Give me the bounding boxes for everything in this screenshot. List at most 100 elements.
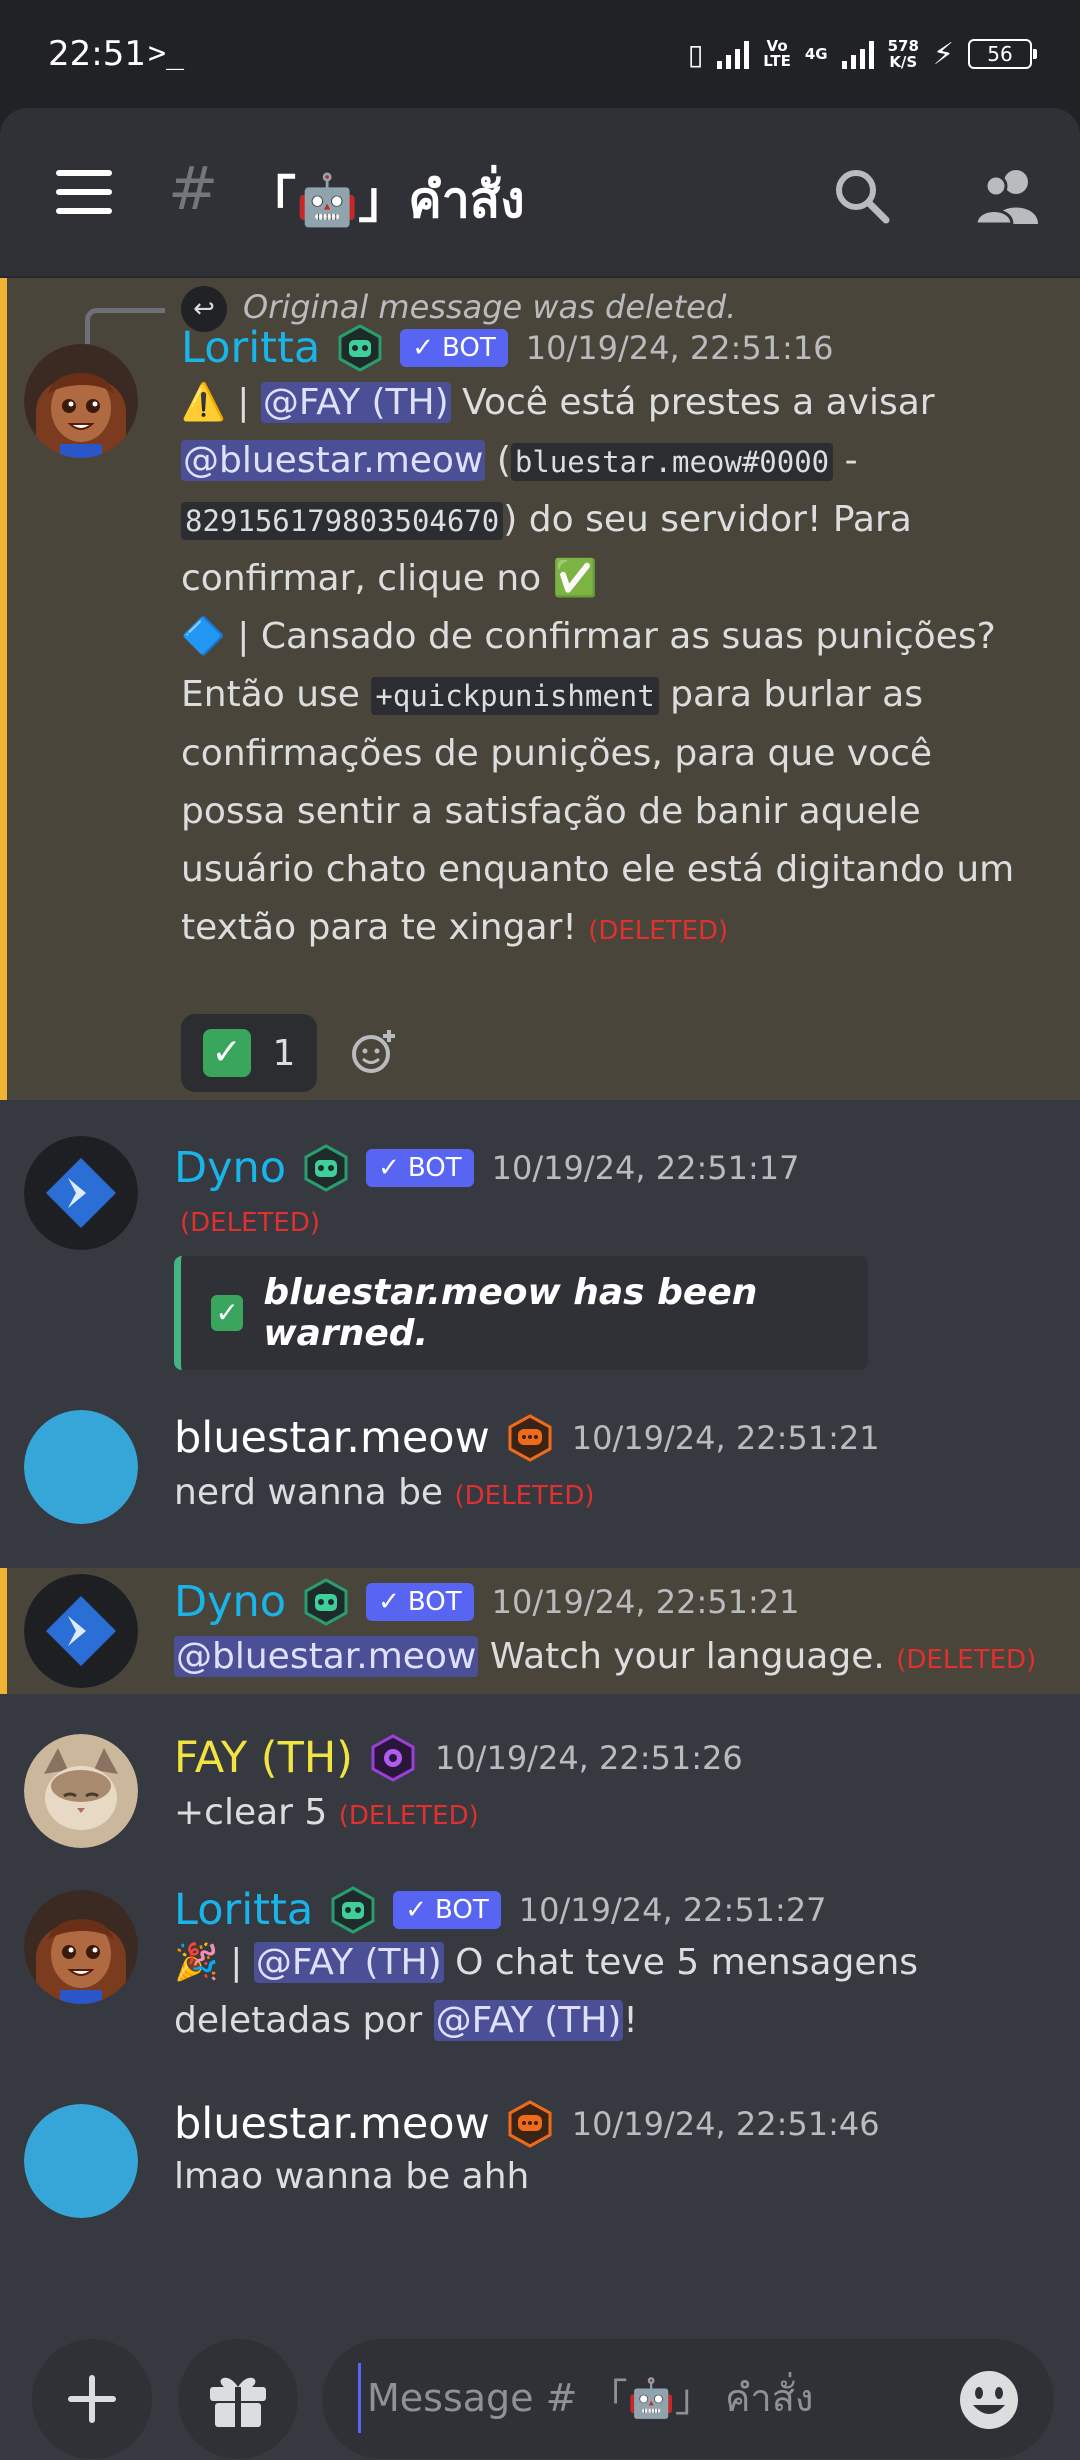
author-row: FAY (TH) 10/19/24, 22:51:26 [174,1730,743,1786]
text-segment: lmao wanna be ahh [174,2156,530,2197]
message-input-box [322,2339,1054,2459]
timestamp: 10/19/24, 22:51:16 [525,329,834,367]
author-row: Loritta ✓ BOT 10/19/24, 22:51:16 [181,320,834,376]
message-fay-clear[interactable]: FAY (TH) 10/19/24, 22:51:26 +clear 5 (DE… [0,1708,1080,1858]
composer-bar [0,2303,1080,2460]
author-name[interactable]: Dyno [174,1143,286,1193]
author-name[interactable]: FAY (TH) [174,1733,353,1783]
text-segment: ! [623,2000,638,2041]
channel-header: # 「🤖」คำสั่ง [0,108,1080,278]
add-reaction-icon[interactable] [349,1028,397,1076]
bot-tag-label: BOT [442,333,496,363]
author-row: Dyno ✓ BOT 10/19/24, 22:51:17 [174,1140,799,1196]
message-bluestar-lmao[interactable]: bluestar.meow 10/19/24, 22:51:46 lmao wa… [0,2078,1080,2238]
inline-code: 829156179803504670 [181,502,504,540]
gift-icon [210,2377,266,2427]
emoji-icon[interactable] [958,2369,1020,2431]
hamburger-icon[interactable] [56,170,112,214]
avatar[interactable] [24,2104,138,2218]
message-content: 🎉 | @FAY (TH) O chat teve 5 mensagens de… [174,1934,1014,2050]
reply-connector [85,308,165,344]
channel-name[interactable]: 「🤖」คำสั่ง [246,160,525,240]
author-name[interactable]: Loritta [174,1885,313,1935]
user-mention[interactable]: @FAY (TH) [260,382,451,423]
reaction-count: 1 [272,1032,296,1074]
author-name[interactable]: Loritta [181,323,320,373]
avatar[interactable] [24,1574,138,1688]
message-content: ⚠️ | @FAY (TH) Você está prestes a avisa… [181,374,1021,960]
avatar[interactable] [24,1890,138,2004]
text-segment: Você está prestes a avisar [450,382,935,423]
user-mention[interactable]: @FAY (TH) [253,1942,444,1983]
plus-icon [68,2375,116,2423]
deleted-tag: (DELETED) [454,1481,595,1511]
user-mention[interactable]: @FAY (TH) [433,2000,624,2041]
author-row: Dyno ✓ BOT 10/19/24, 22:51:21 [174,1574,799,1630]
gift-button[interactable] [178,2339,298,2459]
bot-tag-label: BOT [407,1153,462,1183]
vibrate-icon: ▯ [687,37,704,71]
terminal-icon: >_ [148,36,185,71]
message-bluestar-nerd[interactable]: bluestar.meow 10/19/24, 22:51:21 nerd wa… [0,1390,1080,1550]
avatar[interactable] [24,1136,138,1250]
purple-badge-icon [371,1734,415,1782]
avatar[interactable] [24,1410,138,1524]
search-icon[interactable] [832,166,892,226]
message-loritta-cleared[interactable]: Loritta ✓ BOT 10/19/24, 22:51:27 🎉 | @FA… [0,1864,1080,2064]
deleted-tag: (DELETED) [180,1208,320,1238]
message-dyno-language[interactable]: Dyno ✓ BOT 10/19/24, 22:51:21 @bluestar.… [0,1568,1080,1694]
orange-badge-icon [508,1414,552,1462]
message-loritta-warn[interactable]: ↩ Original message was deleted. Loritta [0,278,1080,1100]
timestamp: 10/19/24, 22:51:21 [491,1583,800,1621]
inline-code: bluestar.meow#0000 [510,443,834,481]
bot-tag: ✓ BOT [393,1891,501,1929]
network-speed: 578 K/S [887,37,919,71]
bot-tag-label: BOT [407,1587,462,1617]
bot-tag: ✓ BOT [366,1583,474,1621]
charging-icon: ⚡ [932,36,954,72]
avatar[interactable] [24,344,138,458]
user-mention[interactable]: @bluestar.meow [181,440,486,481]
status-icons: ▯ Vo LTE 4G 578 K/S ⚡ 56 [687,32,1037,76]
text-segment: ( [485,440,511,481]
message-input[interactable] [358,2363,918,2433]
avatar[interactable] [24,1734,138,1848]
inline-code: +quickpunishment [371,677,659,715]
user-mention[interactable]: @bluestar.meow [174,1636,479,1677]
status-time: 22:51 [48,34,146,74]
bot-badge-icon [338,324,382,372]
timestamp: 10/19/24, 22:51:17 [491,1149,800,1187]
text-segment: - [833,440,858,481]
warning-prefix: ⚠️ | [181,382,261,423]
channel-hash-icon: # [168,154,219,224]
bot-badge-icon [331,1886,375,1934]
bot-tag: ✓ BOT [366,1149,474,1187]
text-segment: Watch your language. [478,1636,897,1677]
bot-badge-icon [304,1144,348,1192]
deleted-tag: (DELETED) [896,1645,1037,1675]
text-segment: nerd wanna be [174,1472,455,1513]
bot-tag-label: BOT [435,1895,489,1925]
author-name[interactable]: Dyno [174,1577,286,1627]
message-content: +clear 5 (DELETED) [174,1784,1014,1845]
author-row: bluestar.meow 10/19/24, 22:51:21 [174,1410,880,1466]
battery-level: 56 [968,39,1037,69]
discord-app: # 「🤖」คำสั่ง ↩ Original message was delet… [0,108,1080,2460]
status-bar: 22:51 >_ ▯ Vo LTE 4G 578 K/S ⚡ 56 [0,0,1080,108]
message-content: nerd wanna be (DELETED) [174,1464,1014,1525]
add-attachment-button[interactable] [32,2339,152,2459]
members-icon[interactable] [972,164,1044,228]
deleted-tag: (DELETED) [338,1801,479,1831]
deleted-tag: (DELETED) [588,916,729,946]
text-segment: para burlar as confirmações de punições,… [181,674,1015,948]
author-name[interactable]: bluestar.meow [174,1413,490,1463]
author-name[interactable]: bluestar.meow [174,2099,490,2149]
orange-badge-icon [508,2100,552,2148]
party-prefix: 🎉 | [174,1942,254,1983]
reaction-pill[interactable]: ✓ 1 [181,1014,317,1092]
message-dyno-warned[interactable]: Dyno ✓ BOT 10/19/24, 22:51:17 (DELETED) … [0,1100,1080,1390]
bot-tag: ✓ BOT [400,329,508,367]
embed-title: bluestar.meow has been warned. [263,1272,758,1354]
volte-label: Vo LTE [763,37,791,70]
check-emoji-icon: ✓ [202,1029,251,1077]
